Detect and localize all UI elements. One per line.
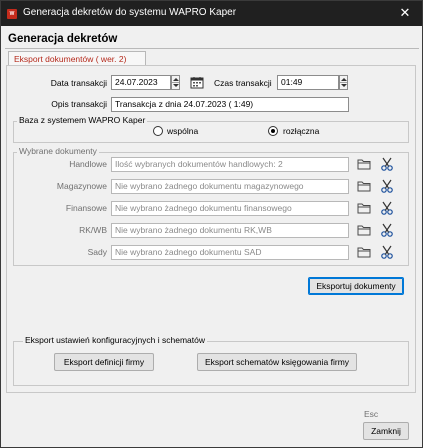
transaction-date-label: Data transakcji bbox=[50, 78, 107, 88]
heading-divider bbox=[5, 48, 419, 49]
export-company-definitions-button[interactable]: Eksport definicji firmy bbox=[54, 353, 154, 371]
export-posting-schemes-button[interactable]: Eksport schematów księgowania firmy bbox=[197, 353, 357, 371]
spinner-divider bbox=[172, 82, 179, 83]
spin-up-icon[interactable] bbox=[173, 78, 179, 81]
radio-separate-database[interactable] bbox=[268, 126, 278, 136]
spin-up-icon[interactable] bbox=[341, 78, 347, 81]
document-selection-field-magazynowe[interactable]: Nie wybrano żadnego dokumentu magazynowe… bbox=[111, 179, 349, 194]
esc-shortcut-hint: Esc bbox=[364, 409, 379, 419]
scissors-icon[interactable] bbox=[380, 201, 394, 215]
title-bar[interactable]: W Generacja dekretów do systemu WAPRO Ka… bbox=[1, 1, 422, 26]
document-type-label-sady: Sady bbox=[87, 247, 107, 257]
tab-export-documents[interactable]: Eksport dokumentów ( wer. 2) bbox=[8, 51, 146, 66]
scissors-icon[interactable] bbox=[380, 223, 394, 237]
spin-down-icon[interactable] bbox=[173, 84, 179, 87]
transaction-description-field[interactable]: Transakcja z dnia 24.07.2023 ( 1:49) bbox=[111, 97, 349, 112]
documents-group-title: Wybrane dokumenty bbox=[17, 146, 99, 156]
document-selection-field-handlowe[interactable]: Ilość wybranych dokumentów handlowych: 2 bbox=[111, 157, 349, 172]
config-export-group-title: Eksport ustawień konfiguracyjnych i sche… bbox=[23, 335, 207, 345]
spinner-divider bbox=[340, 82, 347, 83]
document-type-label-finansowe: Finansowe bbox=[65, 203, 107, 213]
calendar-icon[interactable] bbox=[190, 76, 204, 90]
transaction-time-field[interactable]: 01:49 bbox=[277, 75, 339, 90]
close-window-button[interactable]: ✕ bbox=[394, 3, 416, 23]
document-type-label-magazynowe: Magazynowe bbox=[56, 181, 107, 191]
scissors-icon[interactable] bbox=[380, 245, 394, 259]
spin-down-icon[interactable] bbox=[341, 84, 347, 87]
export-documents-button[interactable]: Eksportuj dokumenty bbox=[308, 277, 404, 295]
radio-separate-label[interactable]: rozłączna bbox=[283, 126, 319, 136]
folder-icon[interactable] bbox=[357, 180, 371, 194]
window-title: Generacja dekretów do systemu WAPRO Kape… bbox=[23, 7, 237, 18]
scissors-icon[interactable] bbox=[380, 179, 394, 193]
page-title: Generacja dekretów bbox=[8, 33, 118, 45]
transaction-time-spinner[interactable] bbox=[339, 75, 348, 90]
radio-shared-label[interactable]: wspólna bbox=[167, 126, 198, 136]
radio-shared-database[interactable] bbox=[153, 126, 163, 136]
folder-icon[interactable] bbox=[357, 202, 371, 216]
tab-panel: Data transakcji 24.07.2023 Czas transakc… bbox=[6, 65, 416, 393]
folder-icon[interactable] bbox=[357, 224, 371, 238]
transaction-time-label: Czas transakcji bbox=[214, 78, 272, 88]
database-group-title: Baza z systemem WAPRO Kaper bbox=[17, 115, 148, 125]
folder-icon[interactable] bbox=[357, 158, 371, 172]
document-selection-field-rk-wb[interactable]: Nie wybrano żadnego dokumentu RK,WB bbox=[111, 223, 349, 238]
transaction-description-label: Opis transakcji bbox=[51, 99, 107, 109]
dialog-window: W Generacja dekretów do systemu WAPRO Ka… bbox=[0, 0, 423, 448]
scissors-icon[interactable] bbox=[380, 157, 394, 171]
transaction-date-spinner[interactable] bbox=[171, 75, 180, 90]
folder-icon[interactable] bbox=[357, 246, 371, 260]
wapro-app-icon: W bbox=[7, 9, 17, 19]
document-selection-field-sady[interactable]: Nie wybrano żadnego dokumentu SAD bbox=[111, 245, 349, 260]
document-selection-field-finansowe[interactable]: Nie wybrano żadnego dokumentu finansoweg… bbox=[111, 201, 349, 216]
document-type-label-rk-wb: RK/WB bbox=[79, 225, 107, 235]
close-button[interactable]: Zamknij bbox=[363, 422, 409, 440]
document-type-label-handlowe: Handlowe bbox=[69, 159, 107, 169]
transaction-date-field[interactable]: 24.07.2023 bbox=[111, 75, 171, 90]
